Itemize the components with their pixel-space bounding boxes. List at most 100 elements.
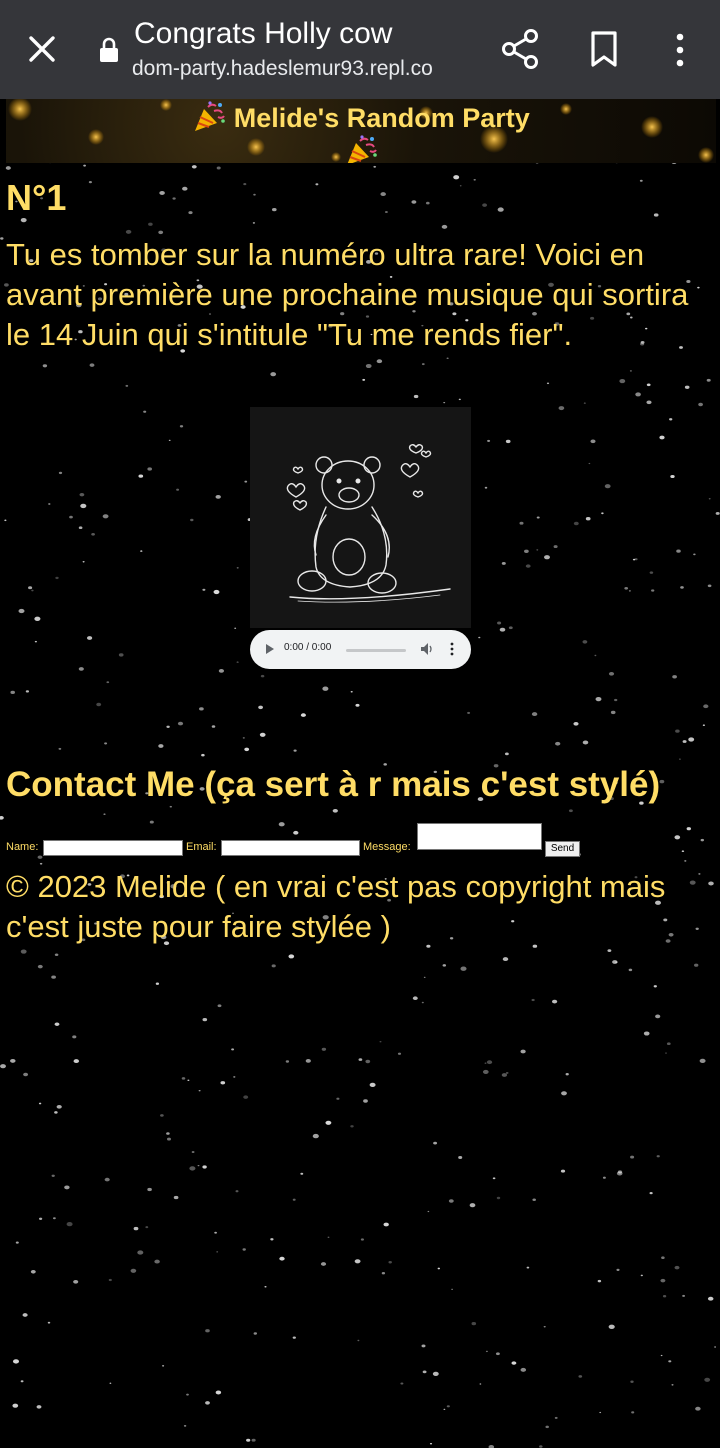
star-dot [501,561,506,565]
star-dot [73,1059,80,1064]
star-dot [191,1151,195,1153]
star-dot [628,590,631,592]
star-dot [202,1165,207,1169]
message-field[interactable] [417,823,542,850]
star-dot [292,1198,296,1201]
star-dot [320,1262,327,1266]
email-field[interactable] [221,840,360,856]
star-dot [258,705,263,710]
star-dot [714,1346,716,1348]
star-dot [154,1259,160,1264]
star-dot [703,704,709,709]
star-dot [20,949,27,954]
star-dot [649,571,654,574]
star-dot [358,1058,363,1061]
star-dot [442,964,447,967]
star-dot [646,383,651,387]
star-dot [492,1177,496,1180]
message-label: Message: [363,841,411,853]
bookmark-icon[interactable] [588,30,620,68]
star-dot [315,183,319,186]
star-dot [400,1382,404,1385]
star-dot [148,222,153,226]
party-popper-icon [195,101,226,131]
star-dot [365,363,372,369]
star-dot [446,1405,450,1408]
star-dot [448,1199,454,1203]
star-dot [679,758,681,760]
star-dot [707,584,712,588]
star-dot [264,1286,267,1288]
star-dot [179,425,184,428]
star-dot [202,588,206,591]
star-dot [167,1137,171,1141]
send-button[interactable]: Send [545,841,580,857]
star-dot [487,439,491,442]
star-dot [653,213,659,217]
star-dot [497,621,502,625]
star-dot [604,484,611,489]
star-dot [471,1321,477,1326]
volume-icon[interactable] [420,642,434,656]
star-dot [0,816,4,820]
star-dot [31,589,34,592]
star-dot [270,372,277,377]
star-dot [205,1401,210,1405]
star-dot [588,462,591,465]
star-dot [553,545,558,549]
star-dot [546,382,550,385]
star-dot [565,1073,569,1076]
star-dot [177,721,184,726]
audio-progress-slider[interactable] [346,649,406,652]
star-dot [168,439,171,442]
star-dot [665,1052,667,1054]
star-dot [56,1104,62,1109]
star-dot [675,729,680,733]
page-url[interactable]: dom-party.hadeslemur93.repl.co [132,57,468,81]
star-dot [147,467,152,471]
star-dot [143,410,147,413]
star-dot [617,1170,623,1174]
star-dot [350,690,353,693]
party-banner: Melide's Random Party [6,99,716,163]
share-icon[interactable] [500,28,540,70]
star-dot [702,724,705,726]
star-dot [619,379,626,384]
star-dot [96,702,102,707]
star-dot [496,1196,501,1200]
star-dot [545,1425,549,1429]
star-dot [573,521,579,526]
name-field[interactable] [43,840,183,856]
star-dot [688,737,695,742]
star-dot [217,1004,222,1008]
star-dot [188,211,193,215]
star-dot [190,518,194,522]
star-dot [478,636,481,639]
close-icon[interactable] [22,29,62,69]
star-dot [443,401,446,404]
more-options-icon[interactable] [449,642,455,656]
star-dot [104,742,108,745]
star-dot [213,589,220,595]
star-dot [73,1279,79,1284]
star-dot [72,1035,77,1039]
star-dot [502,957,509,962]
star-dot [552,999,558,1004]
audio-player[interactable]: 0:00 / 0:00 [250,630,471,669]
star-dot [554,1416,558,1419]
more-vert-icon[interactable] [668,30,692,70]
star-dot [259,732,266,737]
star-dot [630,1155,635,1159]
footer-text: © 2023 Melide ( en vrai c'est pas copyri… [6,869,666,944]
star-dot [251,1438,256,1442]
star-dot [666,1042,671,1046]
star-dot [388,1261,392,1264]
star-dot [676,549,681,553]
star-dot [376,359,383,364]
star-dot [244,747,250,752]
play-icon[interactable] [265,643,275,655]
star-dot [661,1256,665,1259]
star-dot [288,954,295,959]
star-dot [108,1278,112,1282]
star-dot [10,690,15,695]
